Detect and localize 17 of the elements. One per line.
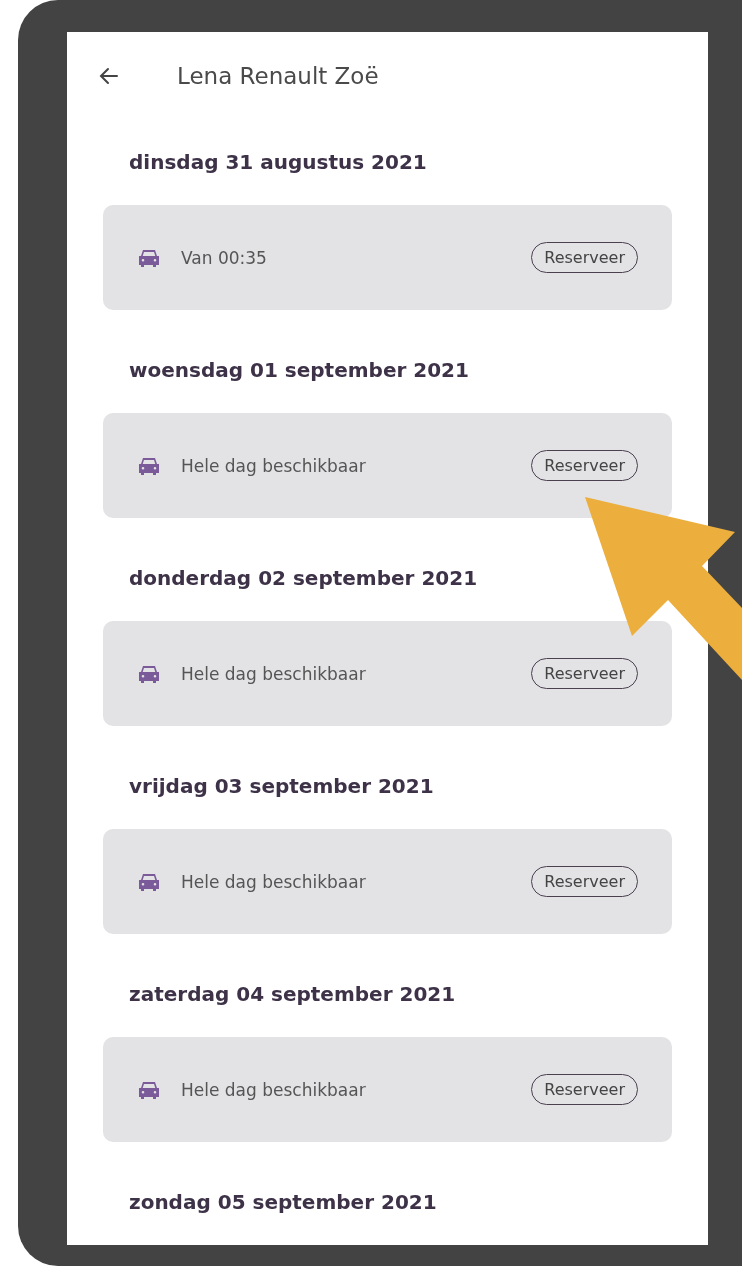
availability-text: Hele dag beschikbaar bbox=[181, 455, 367, 476]
car-icon bbox=[137, 247, 161, 268]
date-heading: zaterdag 04 september 2021 bbox=[129, 981, 457, 1008]
date-heading: donderdag 02 september 2021 bbox=[129, 565, 479, 592]
car-icon bbox=[137, 455, 161, 476]
availability-text: Van 00:35 bbox=[181, 247, 268, 268]
page-title: Lena Renault Zoë bbox=[177, 63, 379, 89]
date-heading: zondag 05 september 2021 bbox=[129, 1189, 438, 1216]
availability-text: Hele dag beschikbaar bbox=[181, 1079, 367, 1100]
car-icon bbox=[137, 1079, 161, 1100]
date-heading: woensdag 01 september 2021 bbox=[129, 357, 470, 384]
availability-text: Hele dag beschikbaar bbox=[181, 663, 367, 684]
date-heading: dinsdag 31 augustus 2021 bbox=[129, 149, 428, 176]
car-icon bbox=[137, 663, 161, 684]
date-heading: vrijdag 03 september 2021 bbox=[129, 773, 435, 800]
car-icon bbox=[137, 871, 161, 892]
availability-text: Hele dag beschikbaar bbox=[181, 871, 367, 892]
